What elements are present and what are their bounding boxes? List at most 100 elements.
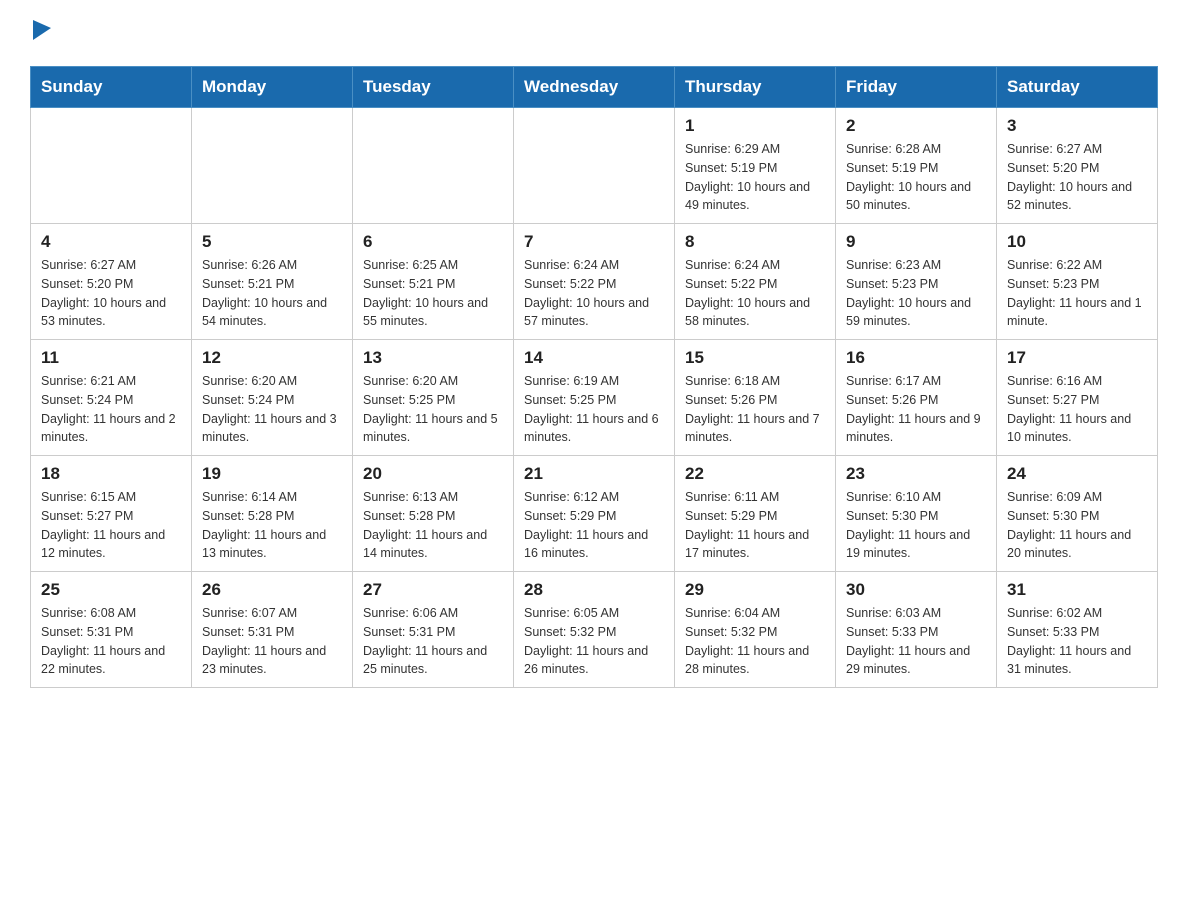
weekday-header-wednesday: Wednesday <box>514 67 675 108</box>
day-number: 15 <box>685 348 825 368</box>
calendar-week-row: 1 Sunrise: 6:29 AM Sunset: 5:19 PM Daylig… <box>31 108 1158 224</box>
day-number: 2 <box>846 116 986 136</box>
day-info: Sunrise: 6:29 AM Sunset: 5:19 PM Dayligh… <box>685 140 825 215</box>
calendar-cell: 11 Sunrise: 6:21 AM Sunset: 5:24 PM Dayli… <box>31 340 192 456</box>
day-number: 20 <box>363 464 503 484</box>
calendar-cell: 21 Sunrise: 6:12 AM Sunset: 5:29 PM Dayli… <box>514 456 675 572</box>
day-info: Sunrise: 6:22 AM Sunset: 5:23 PM Dayligh… <box>1007 256 1147 331</box>
day-info: Sunrise: 6:11 AM Sunset: 5:29 PM Dayligh… <box>685 488 825 563</box>
day-info: Sunrise: 6:27 AM Sunset: 5:20 PM Dayligh… <box>1007 140 1147 215</box>
day-number: 5 <box>202 232 342 252</box>
calendar-cell: 9 Sunrise: 6:23 AM Sunset: 5:23 PM Daylig… <box>836 224 997 340</box>
calendar-week-row: 18 Sunrise: 6:15 AM Sunset: 5:27 PM Dayli… <box>31 456 1158 572</box>
day-number: 11 <box>41 348 181 368</box>
calendar-cell: 31 Sunrise: 6:02 AM Sunset: 5:33 PM Dayli… <box>997 572 1158 688</box>
day-number: 18 <box>41 464 181 484</box>
calendar-cell: 26 Sunrise: 6:07 AM Sunset: 5:31 PM Dayli… <box>192 572 353 688</box>
day-info: Sunrise: 6:25 AM Sunset: 5:21 PM Dayligh… <box>363 256 503 331</box>
day-info: Sunrise: 6:20 AM Sunset: 5:24 PM Dayligh… <box>202 372 342 447</box>
day-info: Sunrise: 6:10 AM Sunset: 5:30 PM Dayligh… <box>846 488 986 563</box>
calendar-cell: 29Sunrise: 6:04 AM Sunset: 5:32 PM Dayli… <box>675 572 836 688</box>
day-number: 13 <box>363 348 503 368</box>
day-number: 12 <box>202 348 342 368</box>
calendar-cell <box>353 108 514 224</box>
day-number: 3 <box>1007 116 1147 136</box>
day-number: 4 <box>41 232 181 252</box>
day-number: 22 <box>685 464 825 484</box>
calendar-cell: 7Sunrise: 6:24 AM Sunset: 5:22 PM Daylig… <box>514 224 675 340</box>
day-info: Sunrise: 6:06 AM Sunset: 5:31 PM Dayligh… <box>363 604 503 679</box>
calendar-week-row: 11 Sunrise: 6:21 AM Sunset: 5:24 PM Dayli… <box>31 340 1158 456</box>
weekday-header-sunday: Sunday <box>31 67 192 108</box>
calendar-cell: 17 Sunrise: 6:16 AM Sunset: 5:27 PM Dayli… <box>997 340 1158 456</box>
day-number: 6 <box>363 232 503 252</box>
calendar-cell: 2 Sunrise: 6:28 AM Sunset: 5:19 PM Daylig… <box>836 108 997 224</box>
day-number: 24 <box>1007 464 1147 484</box>
calendar-cell: 4 Sunrise: 6:27 AM Sunset: 5:20 PM Daylig… <box>31 224 192 340</box>
day-number: 23 <box>846 464 986 484</box>
weekday-header-thursday: Thursday <box>675 67 836 108</box>
weekday-header-saturday: Saturday <box>997 67 1158 108</box>
calendar-cell: 18 Sunrise: 6:15 AM Sunset: 5:27 PM Dayli… <box>31 456 192 572</box>
day-number: 30 <box>846 580 986 600</box>
day-number: 31 <box>1007 580 1147 600</box>
weekday-header-friday: Friday <box>836 67 997 108</box>
day-number: 26 <box>202 580 342 600</box>
weekday-header-monday: Monday <box>192 67 353 108</box>
day-info: Sunrise: 6:27 AM Sunset: 5:20 PM Dayligh… <box>41 256 181 331</box>
day-info: Sunrise: 6:02 AM Sunset: 5:33 PM Dayligh… <box>1007 604 1147 679</box>
logo-triangle-icon <box>33 20 51 44</box>
day-number: 21 <box>524 464 664 484</box>
calendar-cell: 1 Sunrise: 6:29 AM Sunset: 5:19 PM Daylig… <box>675 108 836 224</box>
day-number: 19 <box>202 464 342 484</box>
calendar-cell: 22 Sunrise: 6:11 AM Sunset: 5:29 PM Dayli… <box>675 456 836 572</box>
day-number: 28 <box>524 580 664 600</box>
calendar-cell: 15Sunrise: 6:18 AM Sunset: 5:26 PM Dayli… <box>675 340 836 456</box>
calendar-cell <box>514 108 675 224</box>
day-info: Sunrise: 6:08 AM Sunset: 5:31 PM Dayligh… <box>41 604 181 679</box>
day-info: Sunrise: 6:13 AM Sunset: 5:28 PM Dayligh… <box>363 488 503 563</box>
calendar-cell: 19 Sunrise: 6:14 AM Sunset: 5:28 PM Dayli… <box>192 456 353 572</box>
day-info: Sunrise: 6:17 AM Sunset: 5:26 PM Dayligh… <box>846 372 986 447</box>
day-info: Sunrise: 6:21 AM Sunset: 5:24 PM Dayligh… <box>41 372 181 447</box>
day-info: Sunrise: 6:03 AM Sunset: 5:33 PM Dayligh… <box>846 604 986 679</box>
calendar-cell: 20 Sunrise: 6:13 AM Sunset: 5:28 PM Dayli… <box>353 456 514 572</box>
day-number: 17 <box>1007 348 1147 368</box>
calendar-cell: 6 Sunrise: 6:25 AM Sunset: 5:21 PM Daylig… <box>353 224 514 340</box>
day-number: 27 <box>363 580 503 600</box>
calendar-cell: 28Sunrise: 6:05 AM Sunset: 5:32 PM Dayli… <box>514 572 675 688</box>
day-number: 1 <box>685 116 825 136</box>
calendar-cell: 13 Sunrise: 6:20 AM Sunset: 5:25 PM Dayli… <box>353 340 514 456</box>
calendar-cell: 27 Sunrise: 6:06 AM Sunset: 5:31 PM Dayli… <box>353 572 514 688</box>
calendar-cell: 5 Sunrise: 6:26 AM Sunset: 5:21 PM Daylig… <box>192 224 353 340</box>
calendar-cell: 14Sunrise: 6:19 AM Sunset: 5:25 PM Dayli… <box>514 340 675 456</box>
day-info: Sunrise: 6:04 AM Sunset: 5:32 PM Dayligh… <box>685 604 825 679</box>
calendar-cell: 30 Sunrise: 6:03 AM Sunset: 5:33 PM Dayli… <box>836 572 997 688</box>
day-info: Sunrise: 6:24 AM Sunset: 5:22 PM Dayligh… <box>524 256 664 331</box>
page-header <box>30 20 1158 46</box>
calendar-cell: 8Sunrise: 6:24 AM Sunset: 5:22 PM Daylig… <box>675 224 836 340</box>
calendar-week-row: 4 Sunrise: 6:27 AM Sunset: 5:20 PM Daylig… <box>31 224 1158 340</box>
day-info: Sunrise: 6:07 AM Sunset: 5:31 PM Dayligh… <box>202 604 342 679</box>
day-number: 10 <box>1007 232 1147 252</box>
day-info: Sunrise: 6:26 AM Sunset: 5:21 PM Dayligh… <box>202 256 342 331</box>
day-number: 25 <box>41 580 181 600</box>
day-info: Sunrise: 6:15 AM Sunset: 5:27 PM Dayligh… <box>41 488 181 563</box>
day-info: Sunrise: 6:19 AM Sunset: 5:25 PM Dayligh… <box>524 372 664 447</box>
calendar-cell: 24 Sunrise: 6:09 AM Sunset: 5:30 PM Dayli… <box>997 456 1158 572</box>
calendar-cell: 10 Sunrise: 6:22 AM Sunset: 5:23 PM Dayli… <box>997 224 1158 340</box>
calendar-table: SundayMondayTuesdayWednesdayThursdayFrid… <box>30 66 1158 688</box>
day-info: Sunrise: 6:14 AM Sunset: 5:28 PM Dayligh… <box>202 488 342 563</box>
day-info: Sunrise: 6:20 AM Sunset: 5:25 PM Dayligh… <box>363 372 503 447</box>
calendar-cell: 12 Sunrise: 6:20 AM Sunset: 5:24 PM Dayli… <box>192 340 353 456</box>
day-info: Sunrise: 6:12 AM Sunset: 5:29 PM Dayligh… <box>524 488 664 563</box>
calendar-cell: 3 Sunrise: 6:27 AM Sunset: 5:20 PM Daylig… <box>997 108 1158 224</box>
day-info: Sunrise: 6:16 AM Sunset: 5:27 PM Dayligh… <box>1007 372 1147 447</box>
day-number: 16 <box>846 348 986 368</box>
day-info: Sunrise: 6:09 AM Sunset: 5:30 PM Dayligh… <box>1007 488 1147 563</box>
day-number: 9 <box>846 232 986 252</box>
calendar-cell <box>31 108 192 224</box>
calendar-week-row: 25 Sunrise: 6:08 AM Sunset: 5:31 PM Dayli… <box>31 572 1158 688</box>
day-info: Sunrise: 6:28 AM Sunset: 5:19 PM Dayligh… <box>846 140 986 215</box>
day-info: Sunrise: 6:23 AM Sunset: 5:23 PM Dayligh… <box>846 256 986 331</box>
